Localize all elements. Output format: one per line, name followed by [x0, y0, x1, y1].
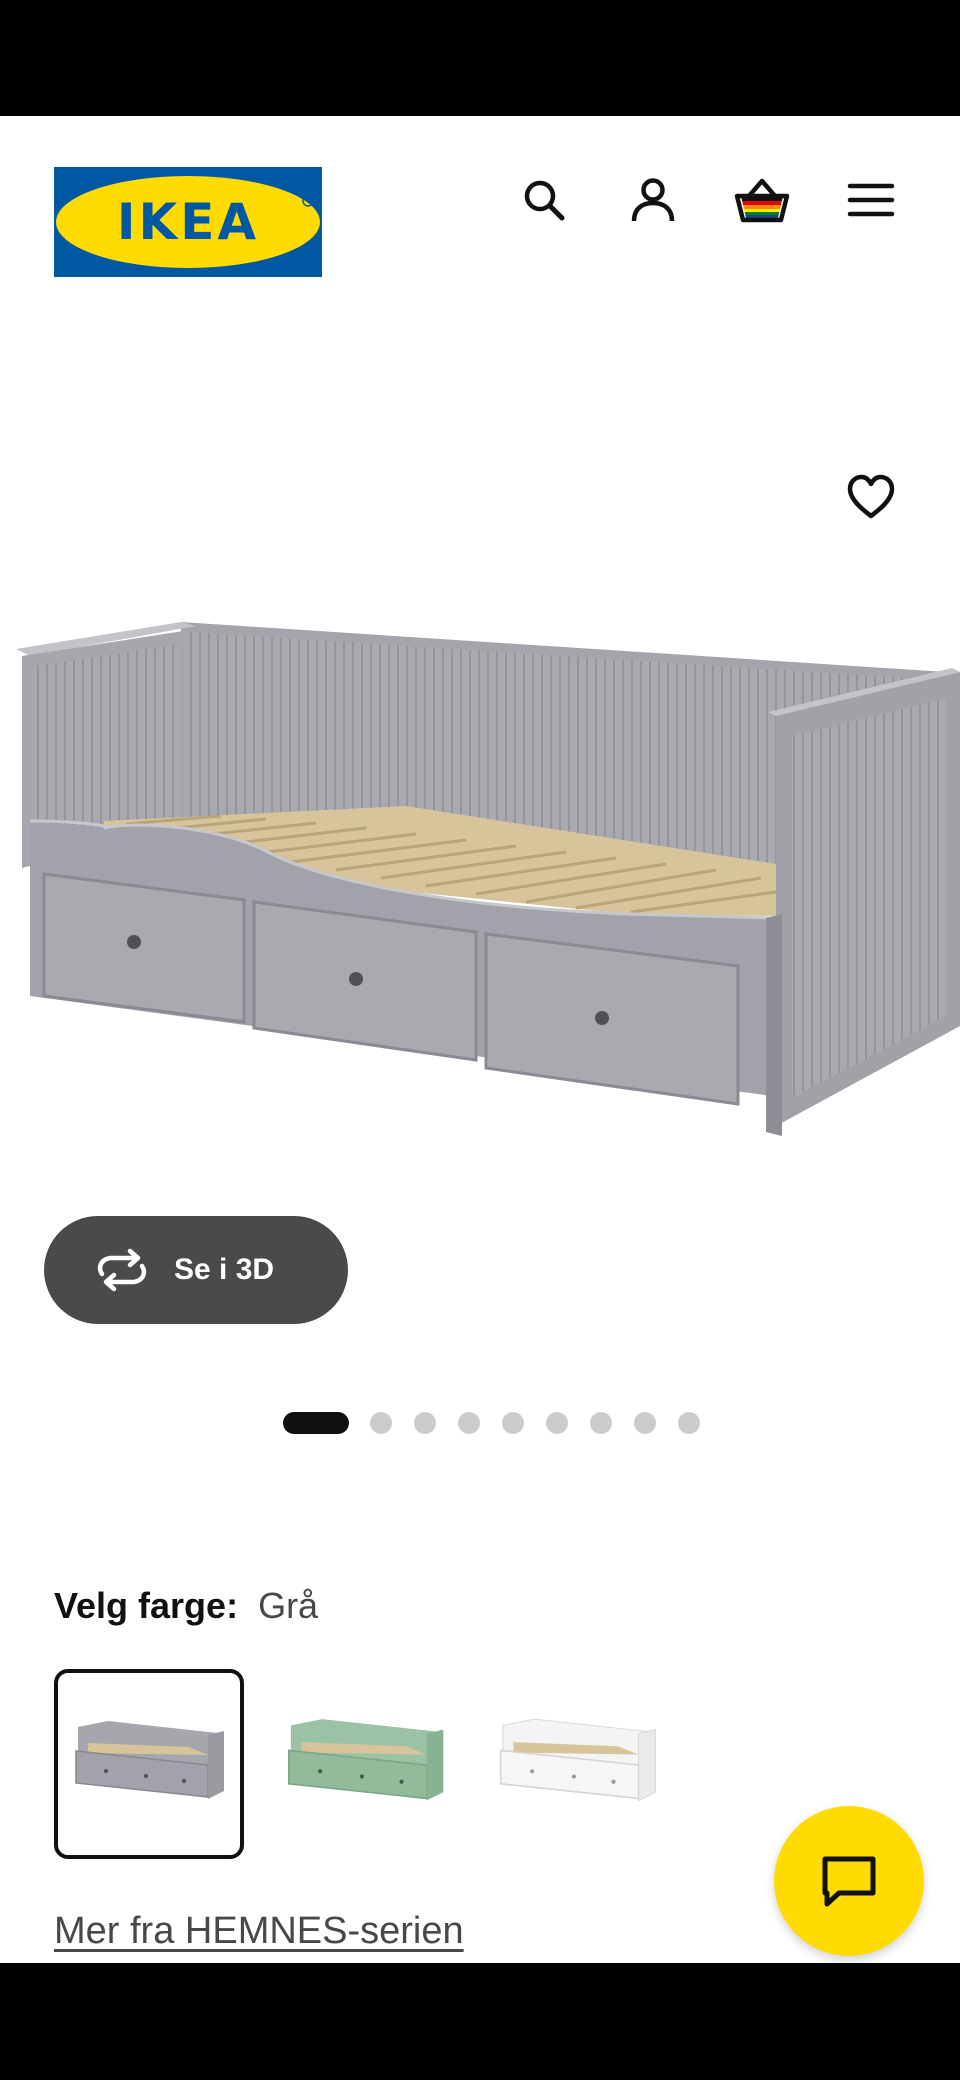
- view-3d-label: Se i 3D: [174, 1253, 275, 1286]
- basket-button[interactable]: [732, 170, 792, 230]
- product-image[interactable]: [16, 616, 960, 1156]
- color-option-green[interactable]: [270, 1669, 460, 1859]
- color-selector-heading: Velg farge: Grå: [54, 1578, 318, 1634]
- rotate-3d-icon: [97, 1248, 147, 1292]
- chat-icon: [822, 1856, 876, 1907]
- search-icon: [524, 180, 565, 221]
- color-option-white[interactable]: [482, 1669, 672, 1859]
- system-navigation-bar: [0, 1963, 960, 2080]
- menu-icon: [847, 183, 895, 217]
- account-button[interactable]: [623, 170, 683, 230]
- carousel-dot[interactable]: [678, 1412, 700, 1434]
- daybed-thumbnail-white: [500, 1718, 656, 1802]
- color-option-grey[interactable]: [54, 1669, 244, 1859]
- menu-button[interactable]: [841, 170, 901, 230]
- favorite-button[interactable]: [841, 467, 901, 527]
- carousel-dot[interactable]: [370, 1412, 392, 1434]
- carousel-dot[interactable]: [502, 1412, 524, 1434]
- heart-icon: [847, 474, 895, 519]
- daybed-illustration: [16, 622, 960, 1136]
- user-icon: [631, 178, 675, 222]
- ikea-logo[interactable]: IKEA: [54, 167, 322, 277]
- carousel-dot[interactable]: [458, 1412, 480, 1434]
- daybed-thumbnail-green: [288, 1719, 444, 1801]
- logo-text: IKEA: [116, 193, 260, 251]
- carousel-dot[interactable]: [634, 1412, 656, 1434]
- color-label: Velg farge:: [54, 1585, 239, 1626]
- carousel-dot[interactable]: [590, 1412, 612, 1434]
- color-value: Grå: [258, 1585, 319, 1626]
- view-3d-button[interactable]: Se i 3D: [44, 1216, 348, 1324]
- registered-icon: [302, 195, 314, 207]
- basket-icon: [734, 178, 790, 223]
- search-button[interactable]: [514, 170, 574, 230]
- chat-button[interactable]: [774, 1806, 924, 1956]
- status-bar: [0, 0, 960, 116]
- carousel-dot-active[interactable]: [283, 1412, 349, 1434]
- site-header: IKEA: [0, 116, 960, 326]
- daybed-thumbnail-grey: [75, 1721, 224, 1799]
- series-link[interactable]: Mer fra HEMNES-serien: [54, 1902, 464, 1960]
- carousel-dot[interactable]: [414, 1412, 436, 1434]
- carousel-dot[interactable]: [546, 1412, 568, 1434]
